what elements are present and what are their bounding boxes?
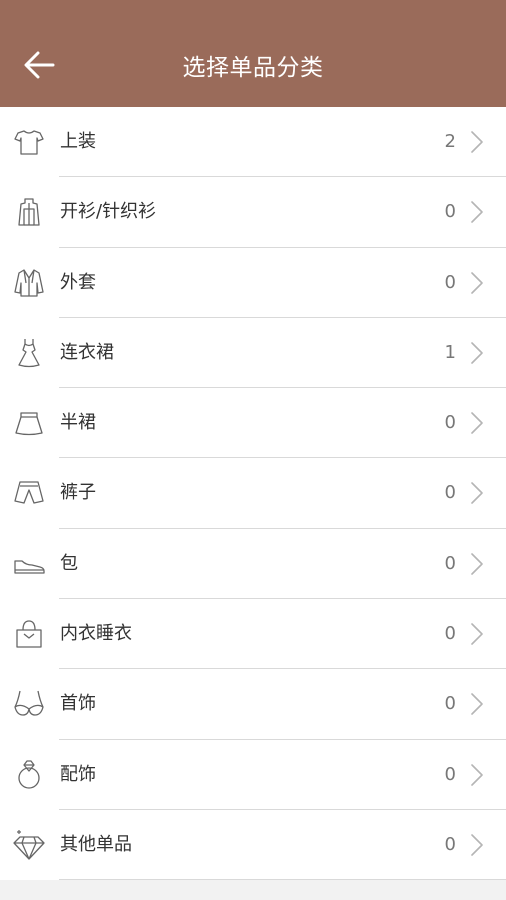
tshirt-icon <box>12 125 46 159</box>
category-row-pants[interactable]: 裤子 0 <box>0 458 506 530</box>
pants-icon <box>12 476 46 510</box>
category-count: 2 <box>444 131 456 152</box>
chevron-right-icon <box>470 552 484 575</box>
category-row-outerwear[interactable]: 外套 0 <box>0 248 506 319</box>
category-row-jewelry[interactable]: 首饰 0 <box>0 669 506 740</box>
bra-icon <box>12 687 46 721</box>
category-row-underwear[interactable]: 内衣睡衣 0 <box>0 599 506 670</box>
category-label: 其他单品 <box>60 833 132 855</box>
category-count: 0 <box>444 482 456 504</box>
cardigan-icon <box>12 195 46 229</box>
category-label: 开衫/针织衫 <box>60 201 157 223</box>
category-row-dress[interactable]: 连衣裙 1 <box>0 318 506 389</box>
category-label: 包 <box>60 552 78 574</box>
category-count: 0 <box>444 552 456 574</box>
category-count: 0 <box>444 201 456 223</box>
chevron-right-icon <box>470 763 484 786</box>
category-list: 上装 2 开衫/针织衫 0 外套 0 连衣裙 1 半裙 0 裤子 0 包 0 内… <box>0 107 506 881</box>
chevron-right-icon <box>470 623 484 645</box>
diamond-icon <box>12 828 46 862</box>
category-count: 0 <box>444 623 456 645</box>
handbag-icon <box>12 617 46 651</box>
category-row-other[interactable]: 其他单品 0 <box>0 810 506 881</box>
chevron-right-icon <box>470 342 484 364</box>
chevron-right-icon <box>470 271 484 294</box>
category-label: 连衣裙 <box>60 341 114 363</box>
category-row-accessories[interactable]: 配饰 0 <box>0 740 506 811</box>
dress-icon <box>12 336 46 370</box>
category-label: 配饰 <box>60 763 96 785</box>
category-row-cardigan[interactable]: 开衫/针织衫 0 <box>0 177 506 248</box>
category-row-tops[interactable]: 上装 2 <box>0 107 506 178</box>
category-count: 1 <box>444 341 456 363</box>
category-row-bag[interactable]: 包 0 <box>0 529 506 600</box>
category-count: 0 <box>444 833 456 855</box>
chevron-right-icon <box>470 131 484 153</box>
coat-icon <box>12 266 46 300</box>
chevron-right-icon <box>470 201 484 224</box>
category-count: 0 <box>444 763 456 785</box>
chevron-right-icon <box>470 693 484 716</box>
category-label: 外套 <box>60 271 96 293</box>
category-label: 首饰 <box>60 693 96 715</box>
category-count: 0 <box>444 693 456 715</box>
chevron-right-icon <box>470 482 484 505</box>
page-title: 选择单品分类 <box>182 55 324 81</box>
shoe-icon <box>12 547 46 581</box>
diamond-ring-icon <box>12 758 46 792</box>
category-count: 0 <box>444 271 456 293</box>
skirt-icon <box>12 406 46 440</box>
category-label: 上装 <box>60 131 96 152</box>
chevron-right-icon <box>470 412 484 434</box>
chevron-right-icon <box>470 834 484 856</box>
category-label: 裤子 <box>60 482 96 504</box>
top-app-bar: 选择单品分类 <box>0 0 506 107</box>
category-row-skirt[interactable]: 半裙 0 <box>0 388 506 459</box>
category-label: 半裙 <box>60 412 96 434</box>
category-label: 内衣睡衣 <box>60 623 132 645</box>
category-count: 0 <box>444 412 456 434</box>
